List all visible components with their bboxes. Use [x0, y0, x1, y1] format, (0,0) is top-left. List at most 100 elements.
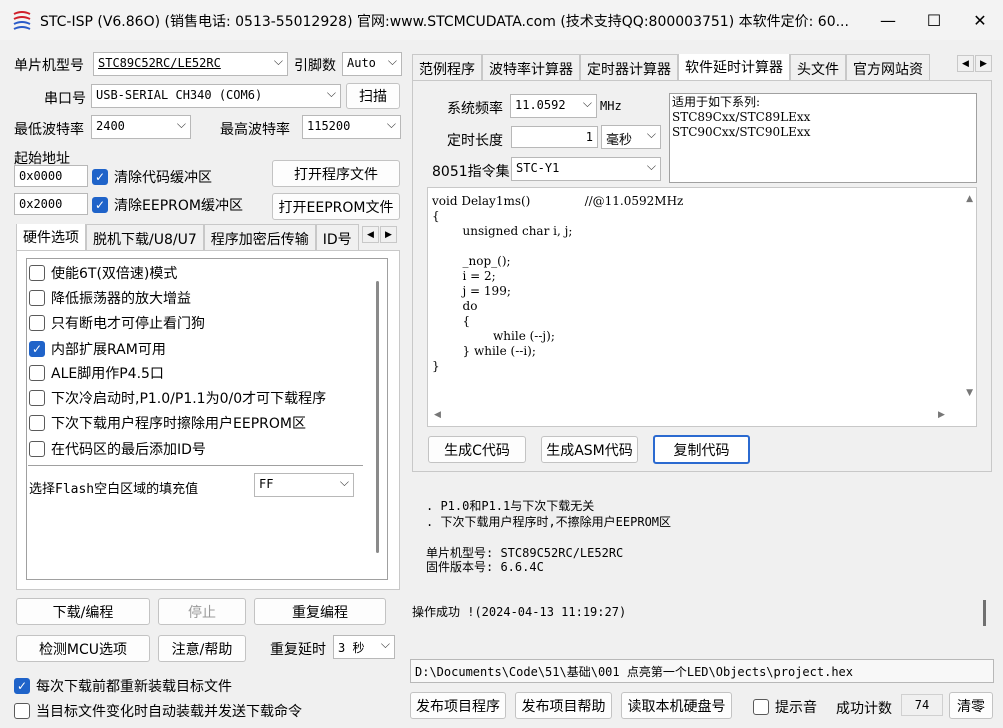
- tab-official-site[interactable]: 官方网站资: [846, 54, 930, 80]
- detect-mcu-button[interactable]: 检测MCU选项: [16, 635, 150, 662]
- max-baud-select[interactable]: 115200 ⌵: [302, 115, 401, 139]
- eeprom-address-input[interactable]: 0x2000: [14, 193, 88, 215]
- instruction-set-label: 8051指令集: [432, 164, 510, 180]
- reload-before-download-checkbox[interactable]: ✓ 每次下载前都重新装载目标文件: [14, 676, 232, 696]
- max-baud-label: 最高波特率: [220, 122, 290, 138]
- help-button[interactable]: 注意/帮助: [158, 635, 246, 662]
- hardware-option-checkbox[interactable]: 使能6T(双倍速)模式: [29, 263, 177, 283]
- tab-scroll-left-icon[interactable]: ◀: [957, 55, 974, 72]
- tab-id[interactable]: ID号: [315, 224, 359, 250]
- mcu-select[interactable]: STC89C52RC/LE52RC ⌵: [93, 52, 288, 76]
- check-icon: ✓: [92, 169, 108, 185]
- tab-offline-download[interactable]: 脱机下载/U8/U7: [86, 224, 204, 250]
- tab-baud-calculator[interactable]: 波特率计算器: [482, 54, 580, 80]
- chevron-down-icon: ⌵: [386, 117, 396, 131]
- delay-length-input[interactable]: 1: [511, 126, 598, 148]
- fill-value-select[interactable]: FF ⌵: [254, 473, 354, 497]
- hardware-option-label: 在代码区的最后添加ID号: [51, 442, 206, 458]
- checkbox-box: [29, 265, 45, 281]
- open-eeprom-button[interactable]: 打开EEPROM文件: [272, 193, 400, 220]
- port-select-value: USB-SERIAL CH340 (COM6): [96, 88, 263, 102]
- hardware-option-checkbox[interactable]: 只有断电才可停止看门狗: [29, 313, 205, 333]
- generate-c-button[interactable]: 生成C代码: [428, 436, 526, 463]
- reprogram-button[interactable]: 重复编程: [254, 598, 386, 625]
- generate-asm-button[interactable]: 生成ASM代码: [541, 436, 638, 463]
- pins-label: 引脚数: [294, 58, 336, 74]
- tab-hardware-options[interactable]: 硬件选项: [16, 224, 86, 250]
- pins-select[interactable]: Auto ⌵: [342, 52, 402, 76]
- tab-encrypted-transfer[interactable]: 程序加密后传输: [203, 224, 316, 250]
- chevron-down-icon: ⌵: [387, 54, 397, 68]
- hardware-option-label: ALE脚用作P4.5口: [51, 366, 164, 382]
- scroll-down-icon[interactable]: ▼: [966, 388, 973, 398]
- open-program-button[interactable]: 打开程序文件: [272, 160, 400, 187]
- auto-send-label: 当目标文件变化时自动装载并发送下载命令: [36, 704, 302, 720]
- applies-series-box: 适用于如下系列: STC89Cxx/STC89LExx STC90Cxx/STC…: [669, 93, 977, 183]
- tab-scroll-left-icon[interactable]: ◀: [362, 226, 379, 243]
- hardware-option-label: 下次冷启动时,P1.0/P1.1为0/0才可下载程序: [51, 391, 327, 407]
- maximize-button[interactable]: ☐: [911, 0, 957, 40]
- hardware-option-checkbox[interactable]: 下次冷启动时,P1.0/P1.1为0/0才可下载程序: [29, 388, 326, 408]
- hardware-option-label: 只有断电才可停止看门狗: [51, 316, 205, 332]
- log-line-2: . 下次下载用户程序时,不擦除用户EEPROM区: [426, 515, 672, 529]
- hardware-option-label: 降低振荡器的放大增益: [51, 291, 191, 307]
- delay-unit-value: 毫秒: [606, 133, 633, 148]
- clear-eeprom-label: 清除EEPROM缓冲区: [114, 198, 243, 214]
- read-disk-id-button[interactable]: 读取本机硬盘号: [621, 692, 732, 719]
- scroll-left-icon[interactable]: ◀: [434, 410, 441, 420]
- code-output-area[interactable]: void Delay1ms() //@11.0592MHz { unsigned…: [427, 187, 977, 427]
- sys-freq-value: 11.0592: [515, 98, 566, 112]
- max-baud-value: 115200: [307, 119, 351, 133]
- sound-checkbox[interactable]: 提示音: [753, 697, 817, 717]
- close-button[interactable]: ✕: [957, 0, 1003, 40]
- hardware-option-checkbox[interactable]: ALE脚用作P4.5口: [29, 363, 164, 383]
- sys-freq-label: 系统频率: [447, 101, 503, 117]
- mcu-label: 单片机型号: [14, 58, 84, 74]
- success-count-value: 74: [901, 694, 943, 716]
- clear-code-checkbox[interactable]: ✓ 清除代码缓冲区: [92, 167, 212, 187]
- auto-send-checkbox[interactable]: 当目标文件变化时自动装载并发送下载命令: [14, 701, 302, 721]
- tab-examples[interactable]: 范例程序: [412, 54, 482, 80]
- repeat-delay-select[interactable]: 3 秒 ⌵: [333, 635, 395, 659]
- check-icon: ✓: [29, 341, 45, 357]
- publish-program-button[interactable]: 发布项目程序: [410, 692, 506, 719]
- instruction-set-select[interactable]: STC-Y1 ⌵: [511, 157, 661, 181]
- hardware-option-checkbox[interactable]: 在代码区的最后添加ID号: [29, 439, 206, 459]
- app-logo-icon: [13, 11, 31, 30]
- download-program-button[interactable]: 下载/编程: [16, 598, 150, 625]
- hardware-option-label: 下次下载用户程序时擦除用户EEPROM区: [51, 416, 306, 432]
- min-baud-label: 最低波特率: [14, 122, 84, 138]
- sys-freq-select[interactable]: 11.0592 ⌵: [510, 94, 597, 118]
- scroll-up-icon[interactable]: ▲: [966, 194, 973, 204]
- scan-button[interactable]: 扫描: [346, 83, 400, 109]
- pins-select-value: Auto: [347, 56, 376, 70]
- mcu-select-value: STC89C52RC/LE52RC: [98, 56, 221, 70]
- scroll-right-icon[interactable]: ▶: [938, 410, 945, 420]
- min-baud-select[interactable]: 2400 ⌵: [91, 115, 191, 139]
- minimize-button[interactable]: —: [865, 0, 911, 40]
- tab-scroll-right-icon[interactable]: ▶: [975, 55, 992, 72]
- tab-delay-calculator[interactable]: 软件延时计算器: [678, 54, 790, 80]
- sound-label: 提示音: [775, 700, 817, 716]
- delay-unit-select[interactable]: 毫秒 ⌵: [601, 125, 661, 149]
- log-scrollbar[interactable]: [983, 600, 986, 626]
- clear-eeprom-checkbox[interactable]: ✓ 清除EEPROM缓冲区: [92, 195, 243, 215]
- fill-value-label: 选择Flash空白区域的填充值: [29, 482, 199, 497]
- copy-code-button[interactable]: 复制代码: [653, 435, 750, 464]
- min-baud-value: 2400: [96, 119, 125, 133]
- options-scrollbar[interactable]: [376, 281, 379, 553]
- tab-timer-calculator[interactable]: 定时器计算器: [580, 54, 678, 80]
- code-address-input[interactable]: 0x0000: [14, 165, 88, 187]
- tab-header-files[interactable]: 头文件: [790, 54, 846, 80]
- hardware-option-checkbox[interactable]: 降低振荡器的放大增益: [29, 288, 191, 308]
- fill-value: FF: [259, 477, 274, 491]
- hardware-option-checkbox[interactable]: ✓ 内部扩展RAM可用: [29, 339, 166, 359]
- port-select[interactable]: USB-SERIAL CH340 (COM6) ⌵: [91, 84, 341, 108]
- chevron-down-icon: ⌵: [646, 159, 656, 173]
- publish-help-button[interactable]: 发布项目帮助: [515, 692, 612, 719]
- hardware-option-checkbox[interactable]: 下次下载用户程序时擦除用户EEPROM区: [29, 413, 306, 433]
- tab-scroll-right-icon[interactable]: ▶: [380, 226, 397, 243]
- clear-count-button[interactable]: 清零: [949, 692, 993, 719]
- title-bar: STC-ISP (V6.86O) (销售电话: 0513-55012928) 官…: [0, 0, 1003, 40]
- chevron-down-icon: ⌵: [646, 127, 656, 141]
